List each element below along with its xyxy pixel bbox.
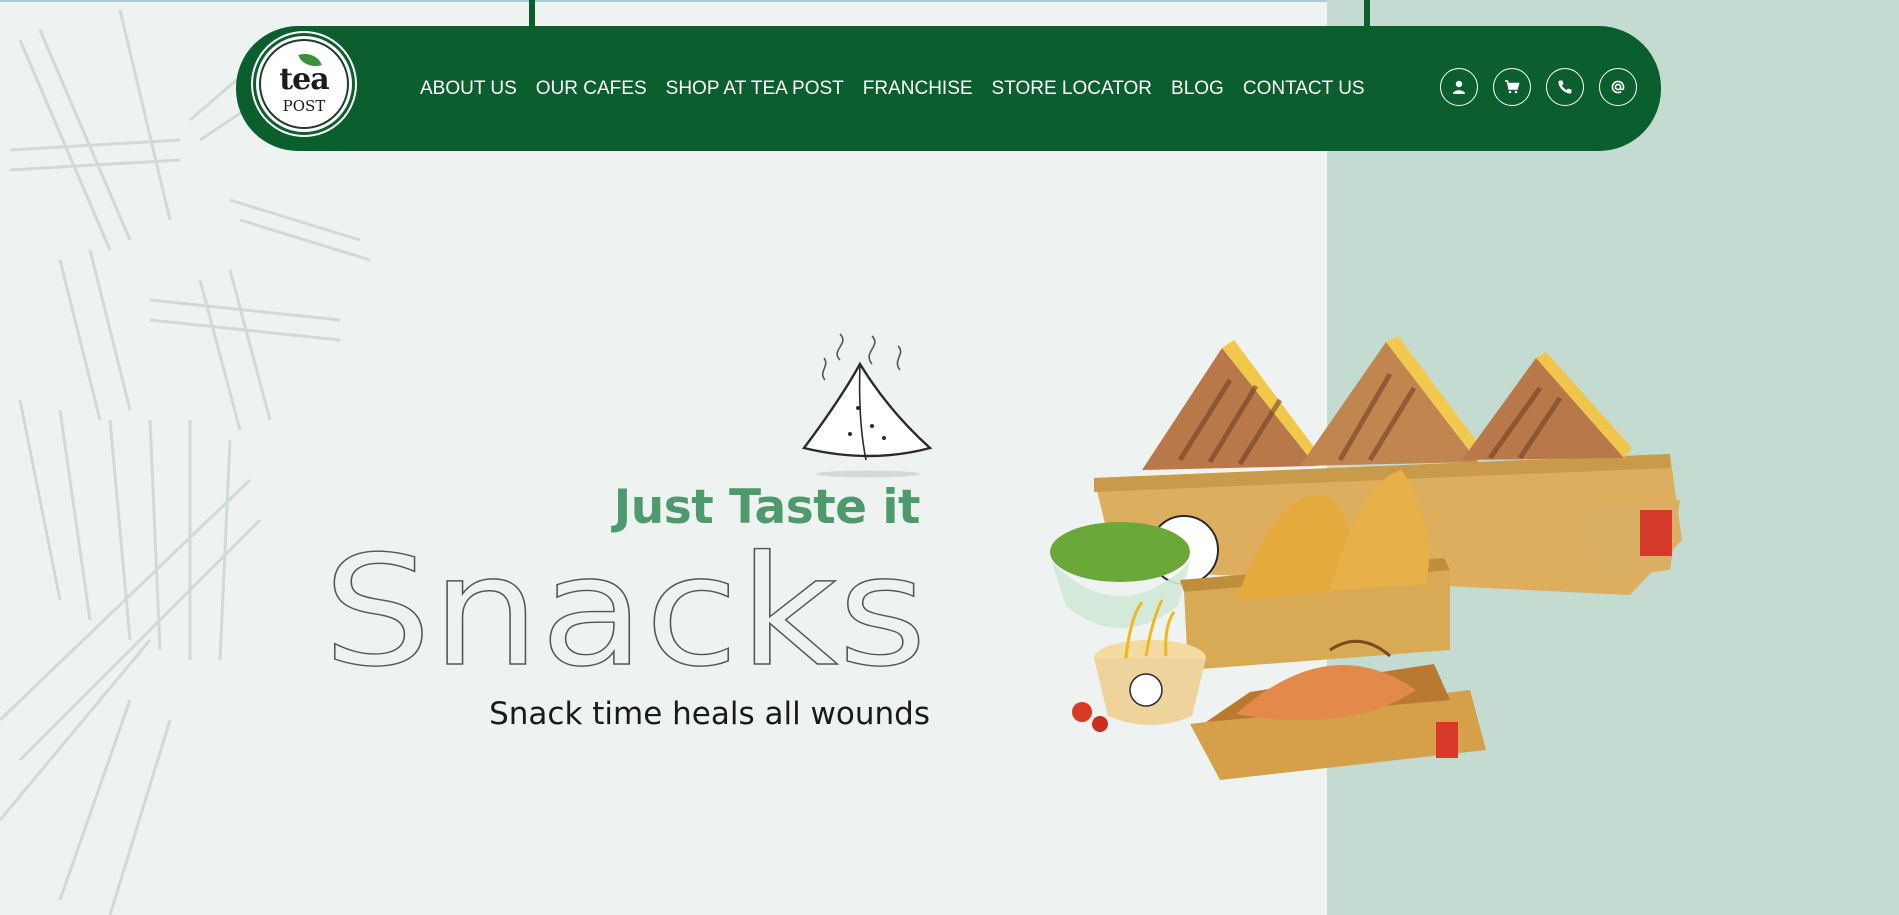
nav-hanger-right	[1364, 0, 1370, 28]
account-button[interactable]	[1440, 68, 1478, 106]
user-icon	[1453, 80, 1465, 94]
nav-contact-us[interactable]: CONTACT US	[1243, 78, 1365, 100]
call-button[interactable]	[1546, 68, 1584, 106]
hero-tagline: Just Taste it	[613, 480, 921, 535]
samosa-line-illustration	[801, 333, 933, 478]
nav-blog[interactable]: BLOG	[1171, 78, 1224, 100]
nav-hanger-left	[529, 0, 535, 28]
email-button[interactable]	[1599, 68, 1637, 106]
at-icon	[1611, 80, 1625, 94]
tea-post-logo[interactable]: tea POST	[256, 36, 352, 132]
hero-subline: Snack time heals all wounds	[489, 696, 930, 732]
hero-headline: Snacks	[323, 540, 928, 685]
nav-icon-group	[1440, 68, 1652, 106]
nav-shop-at-tea-post[interactable]: SHOP AT TEA POST	[666, 78, 844, 100]
main-navbar: tea POST ABOUT US OUR CAFES SHOP AT TEA …	[236, 26, 1661, 151]
nav-franchise[interactable]: FRANCHISE	[863, 78, 973, 100]
hero-headline-text: Snacks	[323, 540, 927, 685]
phone-icon	[1558, 80, 1572, 94]
logo-text-post: POST	[282, 97, 326, 115]
cart-button[interactable]	[1493, 68, 1531, 106]
snack-combo-photo	[1050, 336, 1682, 780]
nav-links: ABOUT US OUR CAFES SHOP AT TEA POST FRAN…	[420, 26, 1384, 151]
nav-our-cafes[interactable]: OUR CAFES	[536, 78, 647, 100]
nav-about-us[interactable]: ABOUT US	[420, 78, 517, 100]
nav-store-locator[interactable]: STORE LOCATOR	[992, 78, 1152, 100]
logo-text-tea: tea	[279, 62, 329, 97]
cart-icon	[1505, 80, 1520, 94]
